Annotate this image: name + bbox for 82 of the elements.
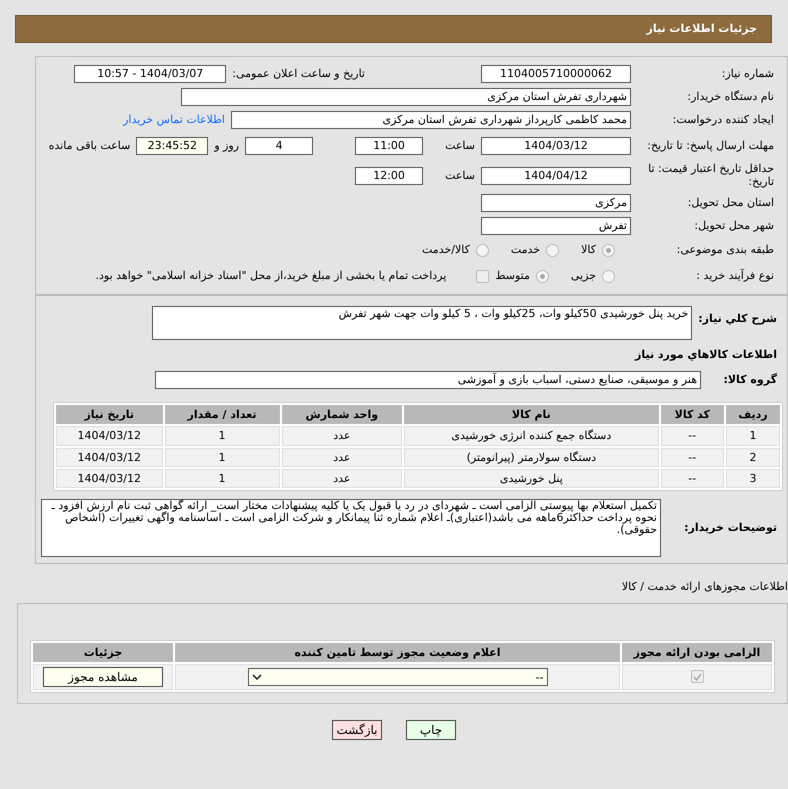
radio-button[interactable] [536,270,549,282]
input-field[interactable]: 1104005710000062 [481,64,631,82]
input-field[interactable]: 1404/03/12 [481,137,631,155]
field-label: ساعت باقی مانده [48,139,130,153]
field-label: مهلت ارسال پاسخ: تا تاریخ: [646,140,775,152]
field-label: استان محل تحویل: [686,196,775,210]
input-field[interactable]: 11:00 [355,137,424,155]
input-field[interactable]: 1404/03/07 - 10:57 [74,64,226,82]
caret-icon [252,673,262,682]
radio-button[interactable] [546,244,560,256]
table-header-cell: جزئیات [33,643,173,662]
table-cell: 1404/03/12 [56,448,163,467]
print-button[interactable]: چاپ [406,720,456,740]
section-title: اطلاعات کالاهاي مورد نياز [634,348,777,362]
text-area[interactable]: خرید پنل خورشیدی 50کیلو وات، 25کیلو وات ، 5 کیلو وات جهت شهر تفرش [152,306,692,340]
table-cell: -- [660,448,724,467]
field-label: شهر محل تحویل: [693,218,775,232]
radio-button[interactable] [602,270,615,282]
radio-label: خدمت [510,243,540,257]
table-cell: 1 [726,426,780,446]
table-header-cell: تعداد / مقدار [164,405,280,424]
radio-label: کالا [581,243,596,257]
field-label: شرح کلي نياز: [698,312,777,326]
field-label: تاریخ و ساعت اعلان عمومی: [232,66,365,80]
table-header-cell: اعلام وضعیت مجوز توسط تامین کننده [175,643,620,662]
view-button[interactable]: مشاهده مجوز [43,667,163,688]
field-label: نوع فرآیند خرید : [695,269,775,283]
field-label: طبقه بندی موضوعی: [676,243,775,257]
radio-button[interactable] [602,244,615,256]
field-label: نام دستگاه خریدار: [686,90,775,104]
select-field[interactable]: -- [248,668,548,686]
table-cell: 1 [164,426,280,446]
table-cell: عدد [282,468,402,488]
back-button[interactable]: بازگشت [332,720,382,740]
table-cell: -- [660,426,724,446]
checkbox[interactable] [476,270,490,282]
table-cell: عدد [282,448,402,467]
input-field[interactable]: 1404/04/12 [481,167,631,185]
section-title: اطلاعات مجوزهای ارائه خدمت / کالا [620,580,788,594]
field-label: روز و [214,139,240,153]
field-label: ساعت [445,139,475,153]
header-title: جزئیات اطلاعات نیاز [646,22,757,36]
input-field[interactable]: مرکزی [481,194,631,212]
radio-label: جزیی [570,269,596,283]
table-header-cell: واحد شمارش [282,405,402,424]
table-cell: 1 [164,468,280,488]
radio-label: کالا/خدمت [422,243,470,257]
table-header-cell: ردیف [726,405,780,424]
table-cell: 1404/03/12 [56,468,163,488]
input-field[interactable]: 23:45:52 [136,137,208,155]
input-field[interactable]: 4 [245,137,314,155]
field-label: توضیحات خریدار: [683,521,777,535]
table-cell: -- [660,468,724,488]
payment-note: پرداخت تمام یا بخشی از مبلغ خرید،از محل "اسناد خزانه اسلامی" خواهد بود. [96,269,446,283]
table-header-cell: نام کالا [404,405,659,424]
field-label: ساعت [445,169,475,183]
contact-link[interactable]: اطلاعات تماس خریدار [123,112,225,126]
table-cell: دستگاه جمع کننده انرژی خورشیدی [404,426,659,446]
input-field[interactable]: شهرداری تفرش استان مرکزی [181,88,631,106]
table-cell: عدد [282,426,402,446]
input-field[interactable]: 12:00 [355,167,424,185]
select-value: -- [536,670,544,684]
field-label: شماره نیاز: [720,66,775,80]
input-field[interactable]: محمد کاظمی کارپرداز شهرداری تفرش استان مرکزی [231,110,631,128]
checkbox[interactable] [690,670,704,684]
field-label: ایجاد کننده درخواست: [672,112,775,126]
table-cell: دستگاه سولارمتر (پیرانومتر) [404,448,659,467]
table-cell: 2 [726,448,780,467]
table-cell: پنل خورشیدی [404,468,659,488]
radio-label: متوسط [495,269,530,283]
radio-button[interactable] [476,244,489,256]
text-area[interactable]: تکمیل استعلام بها پیوستی الزامی است ـ شهردای در رد یا قبول یک یا کلیه پیشنهادات مختار است_ ارائه گواهی ثبت نام ارزش افزود ـ نحوه پرداخت حداکثر6ماهه می باشد(اعتباری)ـ اعلام شماره ثنا پیمانکار و شرکت الزامی است ـ اساسنامه واگهی تغییرات (اشخاص حقوقی). [41,498,661,557]
table-cell: 1 [164,448,280,467]
field-label: حداقل تاریخ اعتبار قیمت: تا تاریخ: [647,163,775,189]
input-field[interactable]: تفرش [481,216,631,234]
table-header-cell: تاریخ نیاز [56,405,163,424]
table-header-cell: کد کالا [660,405,724,424]
table-cell: 1404/03/12 [56,426,163,446]
table-header-cell: الزامی بودن ارائه مجوز [622,643,772,662]
input-field[interactable]: هنر و موسیقی، صنایع دستی، اسباب بازی و آموزشی [155,370,701,389]
field-label: گروه کالا: [722,373,777,386]
table-cell: 3 [726,468,780,488]
